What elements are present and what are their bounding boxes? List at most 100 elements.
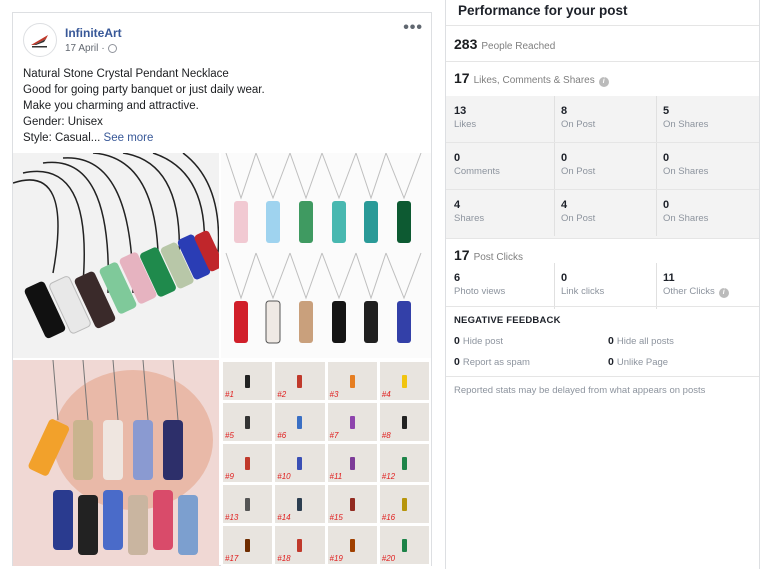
variant-tile: #19: [327, 526, 377, 564]
negative-feedback-title: NEGATIVE FEEDBACK: [454, 315, 561, 326]
variant-tile: #10: [275, 444, 325, 482]
post-card: InfiniteArt 17 April · ••• Natural Stone…: [12, 12, 432, 566]
post-line-truncated: Style: Casual...: [23, 132, 101, 144]
pendant-thumbnail: [297, 538, 303, 552]
pendant-thumbnail: [349, 497, 355, 511]
post-date-text[interactable]: 17 April: [65, 43, 98, 54]
more-options-icon[interactable]: •••: [403, 19, 423, 37]
pendant-thumbnail: [401, 538, 407, 552]
variant-tile: #17: [223, 526, 273, 564]
pendant-thumbnail: [245, 374, 251, 388]
variant-number: #7: [329, 431, 339, 440]
divider: [446, 306, 759, 307]
page-avatar[interactable]: [23, 23, 57, 57]
pendant-thumbnail: [245, 415, 251, 429]
post-line: Natural Stone Crystal Pendant Necklace: [23, 68, 229, 80]
variant-tile: #1: [223, 362, 273, 400]
report-spam-stat: 0 Report as spam: [454, 356, 530, 368]
variant-tile: #4: [379, 362, 429, 400]
shares-on-post-count: 4: [561, 199, 568, 211]
pendant-thumbnail: [245, 538, 251, 552]
likes-on-post-label: On Post: [561, 119, 596, 130]
likes-row: 13 Likes 8 On Post 5 On Shares: [446, 96, 759, 142]
post-line: Gender: Unisex: [23, 116, 103, 128]
post-date: 17 April ·: [65, 43, 122, 54]
infiniteart-logo-icon: [31, 35, 48, 48]
variant-tile: #7: [327, 403, 377, 441]
pendant-thumbnail: [297, 456, 303, 470]
post-photo-2[interactable]: [221, 153, 431, 358]
info-icon[interactable]: i: [718, 288, 729, 298]
performance-panel: Performance for your post 283 People Rea…: [445, 0, 760, 569]
engagement-label: Likes, Comments & Shares: [473, 75, 595, 86]
divider: [446, 238, 759, 239]
variant-number: #13: [225, 513, 239, 522]
comments-count: 0: [454, 152, 461, 164]
photo-views-count: 6: [454, 272, 461, 284]
variant-tile: #18: [275, 526, 325, 564]
variant-number: #11: [329, 472, 343, 481]
engagement-count: 17: [454, 70, 470, 86]
unlike-page-stat: 0 Unlike Page: [608, 356, 669, 368]
shares-count: 4: [454, 199, 461, 211]
variant-tile: #9: [223, 444, 273, 482]
post-text: Natural Stone Crystal Pendant Necklace G…: [23, 66, 265, 146]
likes-on-post-count: 8: [561, 105, 568, 117]
engagement-stat: 17 Likes, Comments & Shares i: [454, 70, 609, 87]
post-photo-3[interactable]: [13, 360, 219, 566]
variant-number: #9: [225, 472, 234, 481]
see-more-link[interactable]: See more: [104, 132, 154, 144]
pendant-thumbnail: [349, 374, 355, 388]
pendant-thumbnail: [401, 497, 407, 511]
divider: [446, 25, 759, 26]
hide-all-posts-stat: 0 Hide all posts: [608, 335, 674, 347]
shares-on-shares-count: 0: [663, 199, 670, 211]
variant-number: #6: [277, 431, 287, 440]
comments-on-post-count: 0: [561, 152, 568, 164]
variant-number: #8: [381, 431, 391, 440]
variant-tile: #3: [327, 362, 377, 400]
pendant-thumbnail: [245, 456, 251, 470]
other-clicks-count: 11: [663, 272, 675, 284]
shares-row: 4 Shares 4 On Post 0 On Shares: [446, 190, 759, 236]
variant-tile: #12: [379, 444, 429, 482]
post-photo-1[interactable]: [13, 153, 219, 358]
shares-on-shares-label: On Shares: [663, 213, 709, 224]
post-photo-4[interactable]: #1 #2 #3 #4 #5 #6 #7 #8 #9 #10 #11 #12 #13 #14 #15 #16 #…: [221, 360, 431, 566]
page-name-link[interactable]: InfiniteArt: [65, 26, 122, 40]
shares-on-post-label: On Post: [561, 213, 596, 224]
pendant-thumbnail: [245, 497, 251, 511]
clicks-row: 6 Photo views 0 Link clicks 11 Other Clicks…: [446, 263, 759, 309]
variant-number: #3: [329, 390, 339, 399]
post-clicks-label: Post Clicks: [473, 252, 524, 263]
variant-number: #17: [225, 554, 239, 563]
pendant-thumbnail: [401, 415, 407, 429]
pendant-thumbnail: [297, 415, 303, 429]
people-reached-label: People Reached: [481, 41, 556, 52]
variant-number: #10: [277, 472, 291, 481]
comments-label: Comments: [454, 166, 500, 177]
variant-number: #2: [277, 390, 287, 399]
variant-number: #15: [329, 513, 343, 522]
variant-number: #14: [277, 513, 291, 522]
variant-tile-grid: #1 #2 #3 #4 #5 #6 #7 #8 #9 #10 #11 #12 #13 #14 #15 #16 #…: [221, 360, 431, 566]
pendant-thumbnail: [349, 415, 355, 429]
variant-tile: #14: [275, 485, 325, 523]
hide-post-stat: 0 Hide post: [454, 335, 503, 347]
other-clicks-label: Other Clicks i: [663, 286, 759, 298]
likes-count: 13: [454, 105, 467, 117]
comments-on-shares-count: 0: [663, 152, 670, 164]
globe-icon: [107, 44, 117, 53]
performance-title: Performance for your post: [458, 3, 628, 18]
comments-on-shares-label: On Shares: [663, 166, 709, 177]
info-icon[interactable]: i: [598, 77, 609, 87]
post-clicks-stat: 17 Post Clicks: [454, 247, 523, 263]
variant-tile: #20: [379, 526, 429, 564]
pendant-thumbnail: [349, 456, 355, 470]
pendant-thumbnail: [297, 497, 303, 511]
post-line: Make you charming and attractive.: [23, 100, 199, 112]
variant-tile: #13: [223, 485, 273, 523]
variant-tile: #2: [275, 362, 325, 400]
people-reached-stat: 283 People Reached: [454, 36, 555, 52]
pendant-thumbnail: [401, 456, 407, 470]
